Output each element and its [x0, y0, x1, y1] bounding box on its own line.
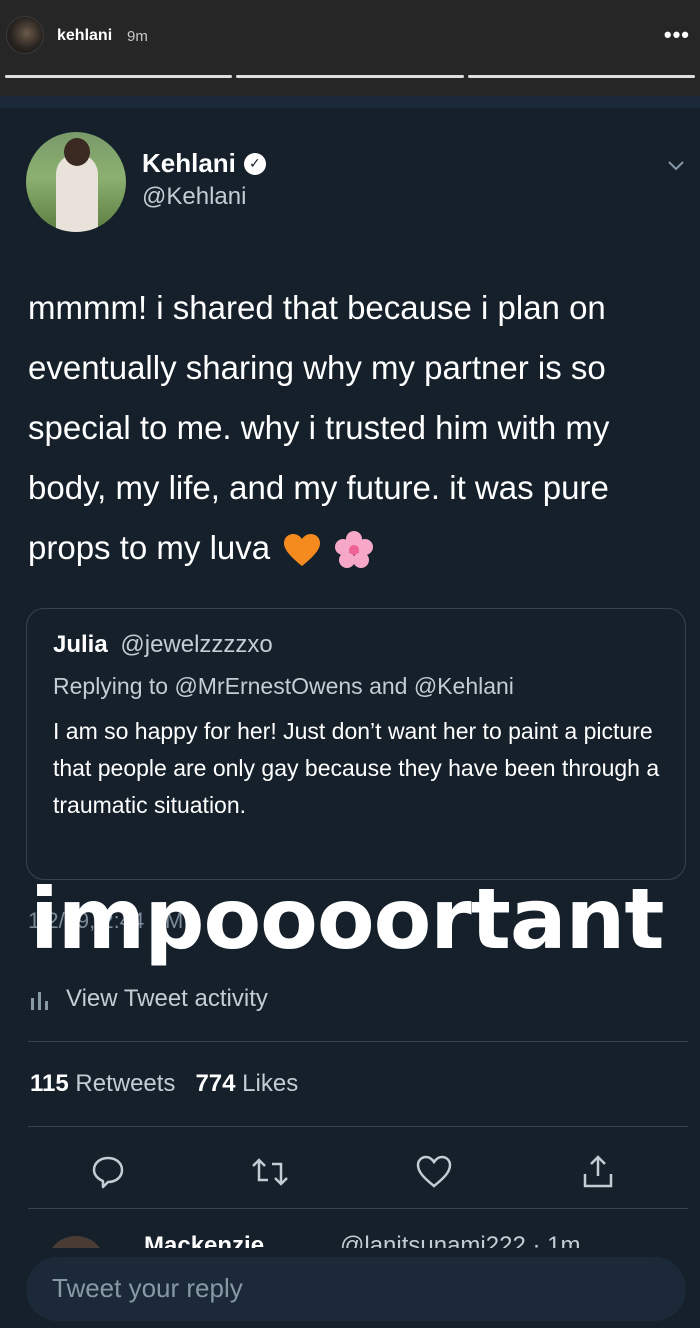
divider	[28, 1208, 688, 1209]
heart-icon	[416, 1155, 452, 1188]
reply-placeholder: Tweet your reply	[52, 1273, 243, 1303]
more-options-icon[interactable]: •••	[664, 22, 690, 48]
retweets-label[interactable]: Retweets	[75, 1070, 175, 1097]
divider	[28, 1126, 688, 1127]
quoted-author-name: Julia	[53, 631, 108, 658]
quoted-tweet-header: Julia @jewelzzzzxo	[53, 631, 273, 659]
reply-input[interactable]: Tweet your reply	[26, 1257, 686, 1321]
story-username[interactable]: kehlani	[57, 27, 112, 45]
bar-chart-icon	[31, 992, 48, 1010]
tweet-text: mmmm! i shared that because i plan on ev…	[28, 278, 678, 578]
story-progress-segment	[467, 75, 695, 78]
tweet-body: mmmm! i shared that because i plan on ev…	[28, 289, 610, 566]
reply-icon	[92, 1156, 124, 1189]
quoted-replying-to: Replying to @MrErnestOwens and @Kehlani	[53, 673, 514, 699]
activity-label: View Tweet activity	[66, 985, 268, 1012]
story-progress-segment	[236, 75, 464, 78]
view-tweet-activity-link[interactable]: View Tweet activity	[30, 985, 268, 1013]
story-header: kehlani 9m •••	[0, 0, 700, 96]
story-progress-bars	[5, 75, 695, 78]
author-handle[interactable]: @Kehlani	[142, 183, 246, 211]
share-icon	[583, 1155, 613, 1188]
next-reply-preview[interactable]: Mackenzie @lanitsunami222 · 1m	[0, 1218, 700, 1248]
reply-author-name: Mackenzie	[144, 1232, 265, 1248]
tweet-card: Kehlani ✓ @Kehlani mmmm! i shared that b…	[0, 108, 700, 1328]
reply-author-handle: @lanitsunami222 · 1m	[340, 1232, 581, 1248]
orange-heart-icon	[284, 534, 321, 567]
likes-count[interactable]: 774	[195, 1070, 235, 1097]
cherry-blossom-icon	[335, 531, 374, 569]
quoted-author-handle: @jewelzzzzxo	[120, 631, 273, 658]
likes-label[interactable]: Likes	[242, 1070, 298, 1097]
story-divider-strip	[0, 96, 700, 108]
author-display-name[interactable]: Kehlani	[142, 148, 236, 179]
tweet-actions	[0, 1146, 700, 1196]
story-sticker-text: impoooortant	[30, 870, 665, 968]
tweet-stats: 115 Retweets 774 Likes	[30, 1070, 298, 1098]
story-avatar[interactable]	[6, 16, 44, 54]
quoted-tweet[interactable]: Julia @jewelzzzzxo Replying to @MrErnest…	[26, 608, 686, 880]
author-name-row: Kehlani ✓	[142, 148, 266, 179]
divider	[28, 1041, 688, 1042]
quoted-tweet-text: I am so happy for her! Just don’t want h…	[53, 718, 660, 818]
retweets-count[interactable]: 115	[30, 1070, 69, 1097]
reply-author-avatar	[46, 1236, 106, 1248]
like-button[interactable]	[414, 1152, 454, 1192]
story-progress-segment	[5, 75, 233, 78]
reply-button[interactable]	[88, 1152, 128, 1192]
verified-badge-icon: ✓	[243, 152, 266, 175]
author-avatar[interactable]	[26, 132, 126, 232]
retweet-button[interactable]	[250, 1152, 290, 1192]
share-button[interactable]	[578, 1152, 618, 1192]
story-time: 9m	[127, 28, 148, 45]
chevron-down-icon[interactable]	[666, 156, 686, 176]
retweet-icon	[252, 1158, 288, 1186]
